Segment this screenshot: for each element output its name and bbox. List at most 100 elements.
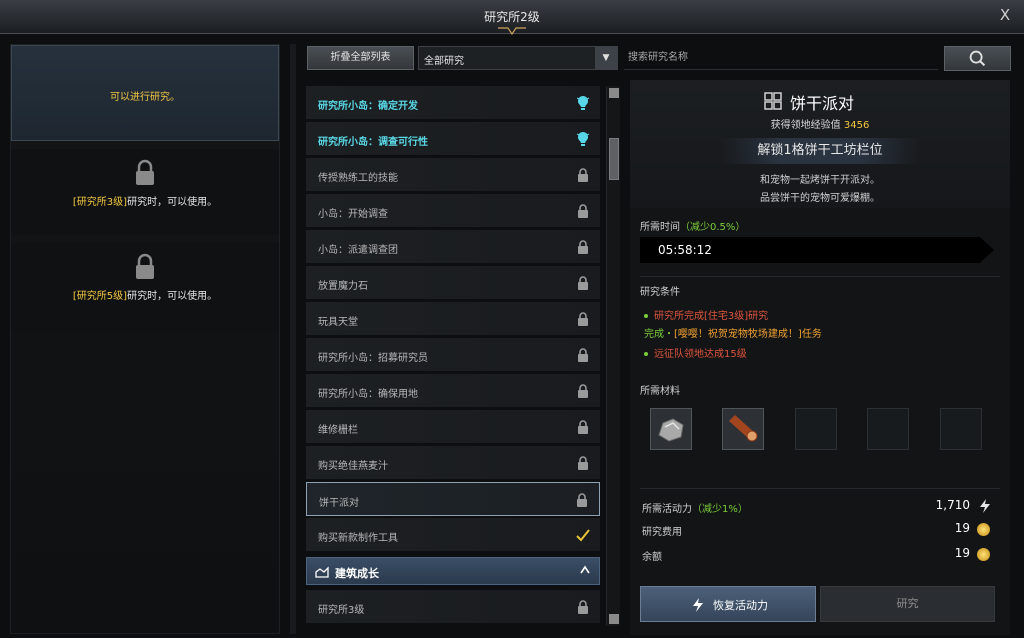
lock-icon [578,276,588,290]
conditions-label: 研究条件 [640,287,680,298]
slot-condition: [研究所5级]研究时，可以使用。 [72,291,218,302]
research-list-item[interactable]: 放置魔力石 [306,266,600,300]
condition-item: 完成・[嘤嘤！祝贺宠物牧场建成！]任务 [644,329,822,340]
cost-label: 研究费用 [642,527,682,538]
research-list: 研究所小岛：确定开发 研究所小岛：调查可行性 传授熟练工的技能小岛：开始调查小岛：派… [306,86,602,626]
research-item-label: 小岛：派遣调查团 [318,245,398,256]
lock-icon [136,159,154,185]
list-scrollbar[interactable] [606,86,620,626]
research-description: 和宠物一起烤饼干开派对。 品尝饼干的宠物可爱爆棚。 [760,175,880,204]
research-list-item[interactable]: 饼干派对 [306,482,600,516]
energy-label: 所需活动力（减少1%） [642,504,748,515]
category-header[interactable]: 建筑成长 [306,557,600,585]
scroll-thumb[interactable] [609,138,619,180]
research-list-item[interactable]: 小岛：派遣调查团 [306,230,600,264]
restore-energy-button[interactable]: 恢复活动力 [640,586,816,622]
research-item-label: 研究所小岛：招募研究员 [318,353,428,364]
energy-bolt-icon [980,499,990,513]
window-title: 研究所2级 [484,10,540,24]
material-slot-wood[interactable] [722,408,764,450]
research-item-label: 研究所小岛：确定开发 [318,101,418,112]
condition-item: 远征队领地达成15级 [644,345,747,360]
research-item-label: 研究所小岛：确保用地 [318,389,418,400]
research-item-label: 研究所小岛：调查可行性 [318,137,428,148]
cost-value: 19 [954,521,970,535]
category-label: 建筑成长 [335,567,379,580]
research-list-item[interactable]: 研究所3级 [306,590,600,624]
research-list-item[interactable]: 研究所小岛：调查可行性 [306,122,600,156]
research-item-label: 维修栅栏 [318,425,358,436]
balance-label: 余额 [642,552,662,563]
lock-icon [578,240,588,254]
research-item-label: 研究所3级 [318,605,365,616]
research-slot-1[interactable]: 可以进行研究。 [11,45,279,141]
research-list-item[interactable]: 研究所小岛：确保用地 [306,374,600,408]
research-item-label: 玩具天堂 [318,317,358,328]
research-detail-panel: 饼干派对 获得领地经验值 3456 解锁1格饼干工坊栏位 和宠物一起烤饼干开派对… [630,80,1010,635]
lock-icon [578,312,588,326]
research-list-item[interactable]: 研究所小岛：招募研究员 [306,338,600,372]
time-box: 05:58:12 [640,237,994,263]
search-icon [969,50,986,67]
research-filter-dropdown[interactable]: 全部研究 ▼ [418,46,618,70]
balance-value: 19 [954,546,970,560]
research-item-label: 购买绝佳燕麦汁 [318,461,388,472]
grid-icon [764,92,782,110]
filter-value: 全部研究 [424,56,464,67]
lock-icon [136,253,154,279]
lock-icon [578,600,588,614]
research-list-item[interactable]: 传授熟练工的技能 [306,158,600,192]
divider [640,276,1000,277]
time-value: 05:58:12 [658,243,712,257]
building-icon [315,566,329,578]
title-ornament-icon [498,27,526,36]
materials-label: 所需材料 [640,386,680,397]
chevron-up-icon[interactable] [579,564,591,576]
lock-icon [578,456,588,470]
research-item-label: 饼干派对 [319,498,359,509]
lightbulb-icon [576,96,590,110]
research-list-item[interactable]: 研究所小岛：确定开发 [306,86,600,120]
research-slots-panel: 可以进行研究。 [研究所3级]研究时，可以使用。 [研究所5级]研究时，可以使用… [10,44,280,634]
scroll-down-icon[interactable] [609,614,619,624]
search-button[interactable] [944,46,1011,71]
material-slot-stone[interactable] [650,408,692,450]
research-slot-3: [研究所5级]研究时，可以使用。 [11,243,279,333]
search-input[interactable] [624,46,938,70]
energy-bolt-icon [693,598,703,612]
material-slot-empty [940,408,982,450]
research-list-item[interactable]: 玩具天堂 [306,302,600,336]
lock-icon [578,348,588,362]
divider [640,488,1000,489]
lock-icon [578,420,588,434]
checkmark-icon [576,529,590,542]
research-list-item[interactable]: 维修栅栏 [306,410,600,444]
time-label: 所需时间（减少0.5%） [640,222,746,233]
research-button[interactable]: 研究 [820,586,995,622]
title-bar: 研究所2级 X [0,0,1024,36]
material-slot-empty [795,408,837,450]
lock-icon [578,384,588,398]
lightbulb-icon [576,132,590,146]
material-slot-empty [867,408,909,450]
collapse-all-button[interactable]: 折叠全部列表 [307,46,414,70]
research-item-label: 放置魔力石 [318,281,368,292]
unlock-banner: 解锁1格饼干工坊栏位 [720,138,920,164]
scroll-up-icon[interactable] [609,88,619,98]
research-item-label: 传授熟练工的技能 [318,173,398,184]
research-item-label: 购买新款制作工具 [318,533,398,544]
research-name: 饼干派对 [790,94,855,113]
lock-icon [578,168,588,182]
stone-icon [658,418,684,442]
coin-icon [977,548,990,561]
chevron-down-icon[interactable]: ▼ [595,47,617,69]
slot-status: 可以进行研究。 [110,92,180,103]
research-list-item[interactable]: 购买新款制作工具 [306,518,600,552]
research-slot-2: [研究所3级]研究时，可以使用。 [11,149,279,235]
close-button[interactable]: X [996,6,1014,24]
research-list-item[interactable]: 购买绝佳燕麦汁 [306,446,600,480]
panel-divider [290,44,296,634]
lock-icon [578,204,588,218]
coin-icon [977,523,990,536]
research-list-item[interactable]: 小岛：开始调查 [306,194,600,228]
